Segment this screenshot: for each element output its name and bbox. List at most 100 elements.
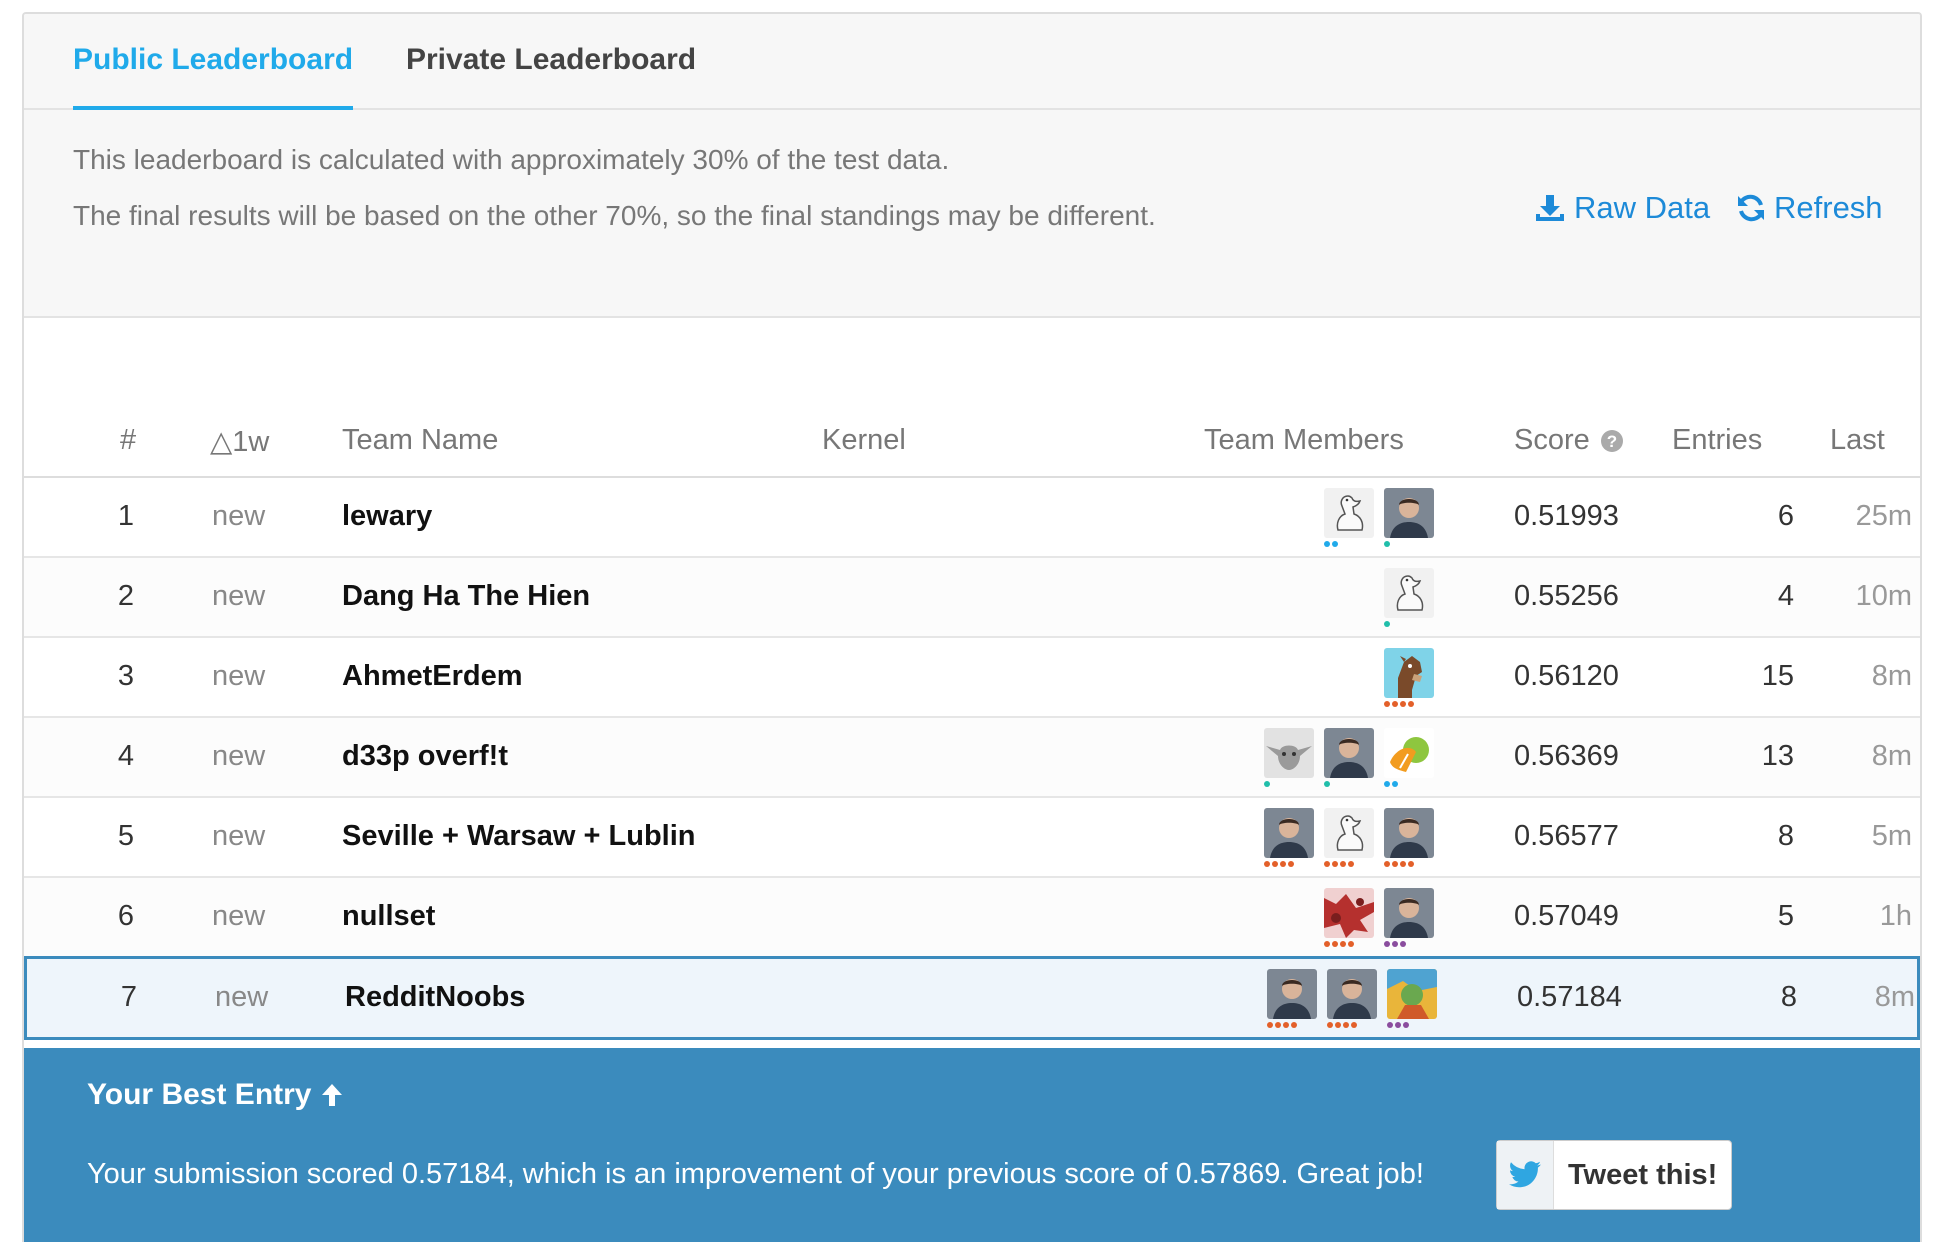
tier-dot: [1264, 861, 1270, 867]
best-entry-banner: Your Best Entry Your submission scored 0…: [24, 1048, 1920, 1242]
table-row: 4 new d33p overf!t 0.56369 13 8m: [24, 718, 1920, 798]
entries-cell: 5: [1777, 900, 1794, 932]
arrow-up-icon: [321, 1084, 342, 1106]
tab-private-leaderboard[interactable]: Private Leaderboard: [406, 40, 696, 106]
last-submission-cell: 8m: [1871, 660, 1912, 692]
tier-indicator: [1264, 781, 1270, 787]
rank-cell: 4: [117, 740, 135, 772]
tier-dot: [1392, 781, 1398, 787]
tier-dot: [1392, 701, 1398, 707]
score-cell: 0.55256: [1514, 580, 1619, 612]
entries-cell: 15: [1761, 660, 1794, 692]
tier-dot: [1400, 941, 1406, 947]
tier-dot: [1267, 1022, 1273, 1028]
svg-text:?: ?: [1607, 432, 1617, 451]
team-member-avatar[interactable]: [1384, 648, 1434, 698]
tier-indicator: [1384, 941, 1406, 947]
raw-data-link[interactable]: Raw Data: [1534, 190, 1710, 226]
twitter-icon: [1497, 1141, 1554, 1209]
team-member-avatar[interactable]: [1264, 728, 1314, 778]
score-cell: 0.57049: [1514, 900, 1619, 932]
delta-cell: new: [212, 660, 266, 692]
tier-indicator: [1384, 701, 1414, 707]
tier-dot: [1324, 541, 1330, 547]
tier-dot: [1324, 781, 1330, 787]
team-member-avatar[interactable]: [1327, 969, 1377, 1019]
tier-dot: [1408, 861, 1414, 867]
team-member-avatar[interactable]: [1324, 888, 1374, 938]
team-member-avatar[interactable]: [1264, 808, 1314, 858]
header-kernel: Kernel: [822, 424, 906, 456]
tier-dot: [1340, 941, 1346, 947]
score-cell: 0.56120: [1514, 660, 1619, 692]
tier-dot: [1327, 1022, 1333, 1028]
tier-dot: [1264, 781, 1270, 787]
entries-cell: 8: [1780, 981, 1797, 1013]
tier-dot: [1403, 1022, 1409, 1028]
tab-bar: Public Leaderboard Private Leaderboard: [24, 14, 1920, 110]
tier-indicator: [1387, 1022, 1409, 1028]
team-member-avatar[interactable]: [1384, 808, 1434, 858]
tier-dot: [1384, 941, 1390, 947]
tier-indicator: [1324, 541, 1338, 547]
team-name-link[interactable]: d33p overf!t: [342, 740, 508, 773]
tier-indicator: [1384, 541, 1390, 547]
team-name-link[interactable]: nullset: [342, 900, 435, 933]
tier-indicator: [1324, 861, 1354, 867]
team-name-link[interactable]: AhmetErdem: [342, 660, 523, 693]
leaderboard-panel: Public Leaderboard Private Leaderboard T…: [22, 12, 1922, 1242]
tier-dot: [1384, 621, 1390, 627]
last-submission-cell: 8m: [1871, 740, 1912, 772]
team-name-link[interactable]: Seville + Warsaw + Lublin: [342, 820, 696, 853]
tier-dot: [1384, 541, 1390, 547]
delta-cell: new: [212, 500, 266, 532]
header-delta: △1w: [210, 426, 270, 458]
tier-dot: [1280, 861, 1286, 867]
tier-dot: [1340, 861, 1346, 867]
team-member-avatar[interactable]: [1324, 488, 1374, 538]
tier-dot: [1272, 861, 1278, 867]
tier-dot: [1335, 1022, 1341, 1028]
last-submission-cell: 8m: [1874, 981, 1915, 1013]
team-member-avatar[interactable]: [1384, 488, 1434, 538]
tab-public-leaderboard[interactable]: Public Leaderboard: [73, 40, 354, 110]
score-cell: 0.57184: [1517, 981, 1622, 1013]
tier-dot: [1348, 861, 1354, 867]
tier-indicator: [1384, 861, 1414, 867]
tier-indicator: [1264, 861, 1294, 867]
table-row: 3 new AhmetErdem 0.56120 15 8m: [24, 638, 1920, 718]
tier-dot: [1288, 861, 1294, 867]
team-name-link[interactable]: Dang Ha The Hien: [342, 580, 590, 613]
table-row: 2 new Dang Ha The Hien 0.55256 4 10m: [24, 558, 1920, 638]
refresh-label: Refresh: [1774, 190, 1883, 225]
tier-indicator: [1384, 621, 1390, 627]
header-team-name: Team Name: [342, 424, 499, 456]
header-score: Score ?: [1514, 424, 1624, 457]
refresh-link[interactable]: Refresh: [1736, 190, 1883, 226]
tweet-button[interactable]: Tweet this!: [1496, 1140, 1732, 1210]
tier-dot: [1332, 941, 1338, 947]
team-member-avatar[interactable]: [1384, 888, 1434, 938]
team-member-avatar[interactable]: [1384, 568, 1434, 618]
score-cell: 0.51993: [1514, 500, 1619, 532]
entries-cell: 6: [1777, 500, 1794, 532]
tier-dot: [1384, 701, 1390, 707]
rank-cell: 6: [117, 900, 135, 932]
tier-indicator: [1327, 1022, 1357, 1028]
team-member-avatar[interactable]: [1387, 969, 1437, 1019]
notice-line-2: The final results will be based on the o…: [73, 200, 1156, 231]
team-name-link[interactable]: lewary: [342, 500, 432, 533]
help-icon[interactable]: ?: [1600, 429, 1624, 453]
table-row: 5 new Seville + Warsaw + Lublin 0.56577 8 5m: [24, 798, 1920, 878]
team-member-avatar[interactable]: [1384, 728, 1434, 778]
tier-dot: [1291, 1022, 1297, 1028]
team-name-link[interactable]: RedditNoobs: [345, 981, 525, 1014]
team-member-avatar[interactable]: [1324, 808, 1374, 858]
tier-dot: [1275, 1022, 1281, 1028]
rank-cell: 2: [117, 580, 135, 612]
team-member-avatar[interactable]: [1267, 969, 1317, 1019]
table-row: 6 new nullset 0.57049 5 1h: [24, 878, 1920, 958]
tier-dot: [1324, 941, 1330, 947]
team-member-avatar[interactable]: [1324, 728, 1374, 778]
header-last: Last: [1830, 424, 1885, 456]
